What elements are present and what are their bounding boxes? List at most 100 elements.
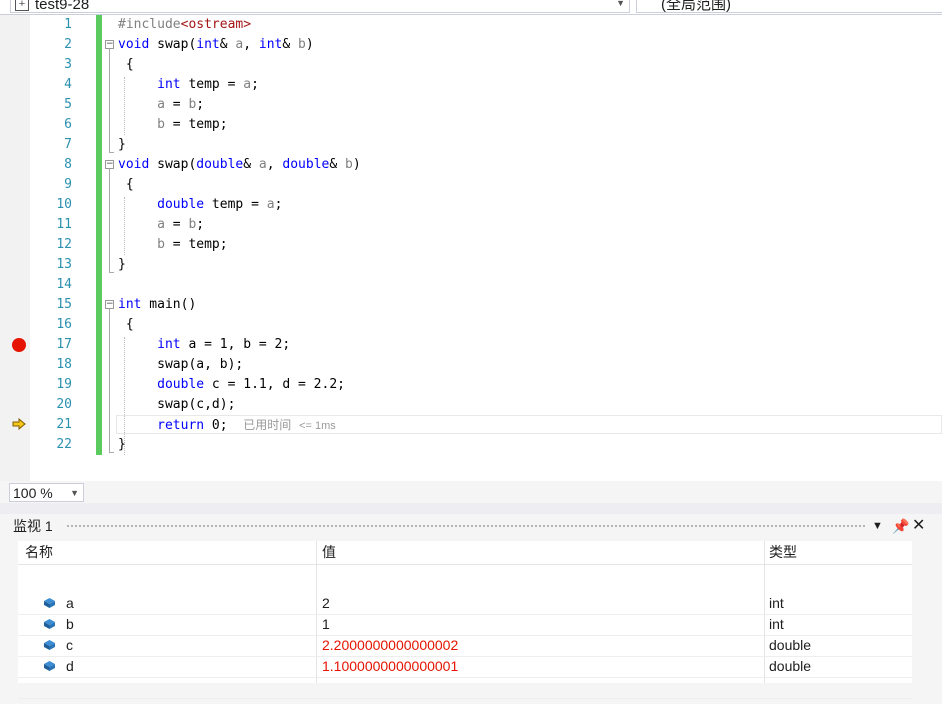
collapse-icon[interactable]: − xyxy=(105,40,114,49)
code-line: a = b; xyxy=(157,97,205,112)
code-line: swap(c,d); xyxy=(118,397,236,412)
column-header-value[interactable]: 值 xyxy=(322,541,336,564)
pin-icon[interactable]: 📌 xyxy=(892,517,909,535)
project-icon: + xyxy=(15,0,29,11)
watch-type: double xyxy=(769,658,812,674)
code-line: int a = 1, b = 2; xyxy=(157,337,291,352)
outline-line xyxy=(109,309,110,452)
code-line: return 0; 已用时间 <= 1ms xyxy=(157,418,336,433)
watch-type: double xyxy=(769,637,812,653)
line-number: 2 xyxy=(64,37,72,52)
grid-header: 名称 值 类型 xyxy=(18,541,912,565)
line-number: 22 xyxy=(56,437,72,452)
code-text[interactable]: #include<ostream> void swap(int& a, int&… xyxy=(118,15,942,455)
watch-name: d xyxy=(66,658,74,674)
column-header-type[interactable]: 类型 xyxy=(769,541,797,564)
code-line: int temp = a; xyxy=(157,77,259,92)
line-numbers: 1 2 3 4 5 6 7 8 9 10 11 12 13 14 15 16 1… xyxy=(30,15,72,455)
watch-title: 监视 1 xyxy=(13,518,53,534)
outline-end xyxy=(109,152,114,153)
watch-title-bar: 监视 1 ▼ 📌 ✕ xyxy=(0,514,942,538)
watch-name: a xyxy=(66,595,74,611)
code-editor[interactable]: 1 2 3 4 5 6 7 8 9 10 11 12 13 14 15 16 1… xyxy=(0,15,942,481)
perf-tip[interactable]: 已用时间 xyxy=(243,418,291,432)
code-line: int main() xyxy=(118,297,197,312)
watch-row[interactable]: b 1 int xyxy=(18,614,912,636)
variable-icon xyxy=(44,661,55,671)
glyph-margin[interactable] xyxy=(0,15,30,481)
variable-icon xyxy=(44,619,55,629)
code-line: double temp = a; xyxy=(157,197,283,212)
code-line: } xyxy=(118,437,126,452)
panel-splitter[interactable] xyxy=(0,503,942,514)
line-number: 13 xyxy=(56,257,72,272)
project-name: test9-28 xyxy=(35,0,90,13)
watch-type: int xyxy=(769,616,784,632)
line-number: 3 xyxy=(64,57,72,72)
editor-status-bar: 100 % ▼ xyxy=(0,481,942,503)
instruction-pointer-icon xyxy=(12,418,26,430)
project-dropdown[interactable]: + test9-28 ▼ xyxy=(10,0,630,13)
outline-line xyxy=(109,169,110,272)
watch-value[interactable]: 1.1000000000000001 xyxy=(322,656,458,677)
column-header-name[interactable]: 名称 xyxy=(25,541,53,564)
scope-dropdown[interactable]: (全局范围) xyxy=(636,0,942,13)
watch-type: int xyxy=(769,595,784,611)
window-menu-icon[interactable]: ▼ xyxy=(872,517,883,535)
watch-row[interactable]: a 2 int xyxy=(18,593,912,615)
code-line: { xyxy=(118,57,134,72)
line-number: 10 xyxy=(56,197,72,212)
watch-value[interactable]: 2 xyxy=(322,593,330,614)
outline-end xyxy=(109,452,114,453)
line-number: 19 xyxy=(56,377,72,392)
breakpoint-icon[interactable] xyxy=(12,338,26,352)
watch-window: 监视 1 ▼ 📌 ✕ 名称 值 类型 a 2 int b 1 int c 2.2… xyxy=(0,514,942,704)
watch-value[interactable]: 2.2000000000000002 xyxy=(322,635,458,656)
watch-name: c xyxy=(66,637,73,653)
code-line: b = temp; xyxy=(157,117,228,132)
scope-label: (全局范围) xyxy=(661,0,731,13)
line-number: 15 xyxy=(56,297,72,312)
watch-grid[interactable]: 名称 值 类型 a 2 int b 1 int c 2.200000000000… xyxy=(18,541,912,699)
code-line: b = temp; xyxy=(157,237,228,252)
line-number: 21 xyxy=(56,417,72,432)
code-line: #include<ostream> xyxy=(118,17,252,32)
watch-row-empty[interactable] xyxy=(18,677,912,699)
line-number: 17 xyxy=(56,337,72,352)
line-number: 12 xyxy=(56,237,72,252)
line-number: 5 xyxy=(64,97,72,112)
perf-tip-value[interactable]: <= 1ms xyxy=(299,420,336,432)
watch-name: b xyxy=(66,616,74,632)
code-line: void swap(int& a, int& b) xyxy=(118,37,314,52)
line-number: 1 xyxy=(64,17,72,32)
change-tracking-bar xyxy=(96,15,102,455)
line-number: 6 xyxy=(64,117,72,132)
variable-icon xyxy=(44,598,55,608)
chevron-down-icon[interactable]: ▼ xyxy=(616,0,625,8)
close-icon[interactable]: ✕ xyxy=(912,517,925,535)
chevron-down-icon[interactable]: ▼ xyxy=(70,484,79,502)
line-number: 14 xyxy=(56,277,72,292)
drag-grip[interactable] xyxy=(66,524,866,529)
code-line: { xyxy=(118,177,134,192)
line-number: 11 xyxy=(56,217,72,232)
code-line: { xyxy=(118,317,134,332)
watch-row[interactable]: c 2.2000000000000002 double xyxy=(18,635,912,657)
line-number: 8 xyxy=(64,157,72,172)
outline-end xyxy=(109,272,114,273)
outline-line xyxy=(109,49,110,152)
watch-value[interactable]: 1 xyxy=(322,614,330,635)
line-number: 20 xyxy=(56,397,72,412)
code-line: double c = 1.1, d = 2.2; xyxy=(157,377,345,392)
collapse-icon[interactable]: − xyxy=(105,300,114,309)
watch-row[interactable]: d 1.1000000000000001 double xyxy=(18,656,912,678)
collapse-icon[interactable]: − xyxy=(105,160,114,169)
code-line: swap(a, b); xyxy=(118,357,244,372)
zoom-dropdown[interactable]: 100 % ▼ xyxy=(9,483,84,502)
line-number: 9 xyxy=(64,177,72,192)
code-line: void swap(double& a, double& b) xyxy=(118,157,361,172)
code-line: } xyxy=(118,257,126,272)
line-number: 4 xyxy=(64,77,72,92)
navigation-bar: + test9-28 ▼ (全局范围) xyxy=(0,0,942,15)
